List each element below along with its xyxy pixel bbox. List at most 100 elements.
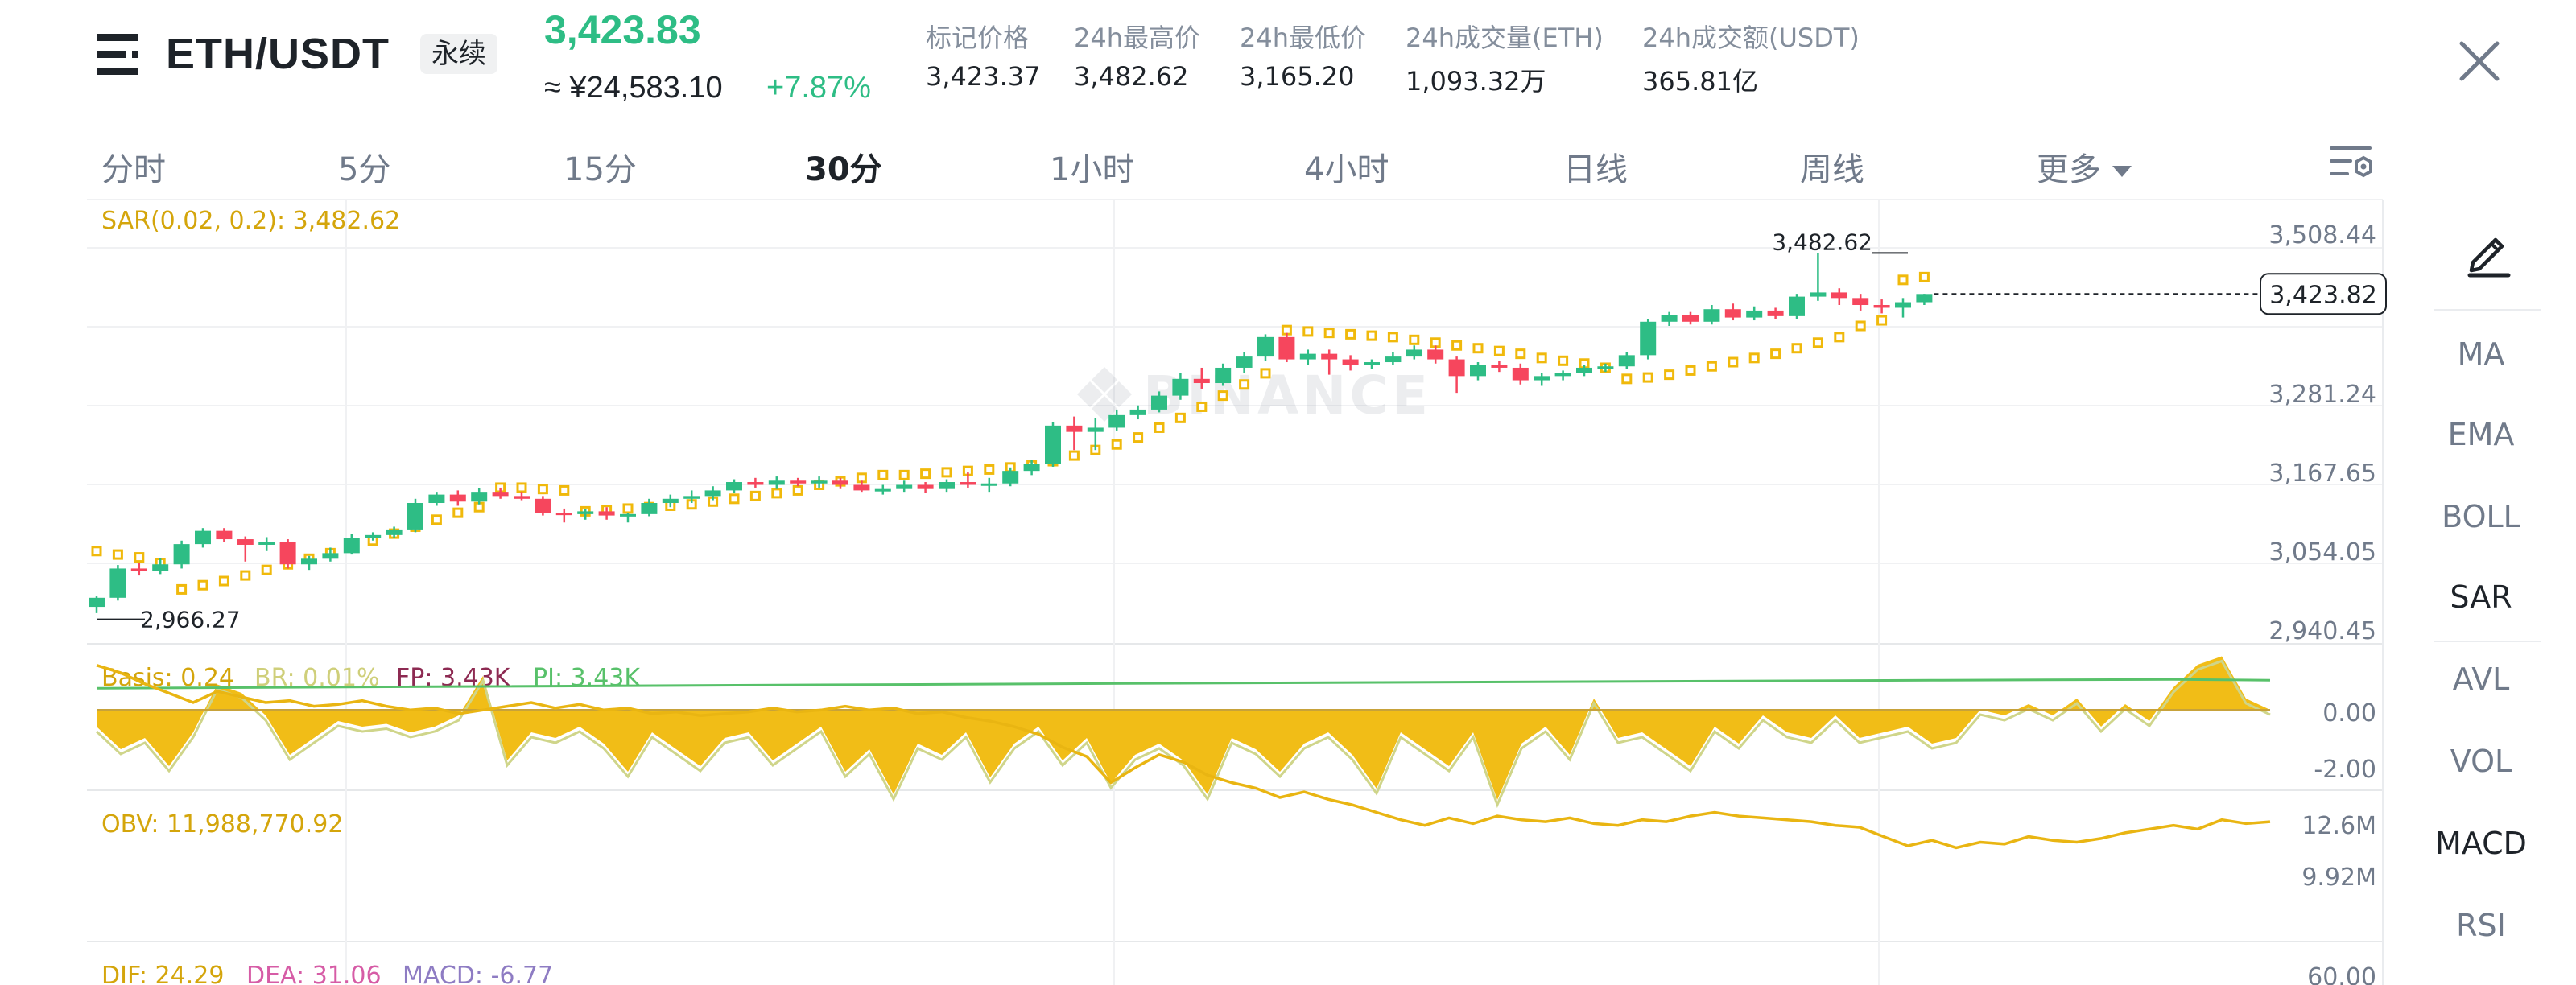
macd-tick: 60.00 bbox=[2307, 963, 2376, 985]
candle-body bbox=[1831, 292, 1847, 299]
sar-dot bbox=[559, 484, 570, 496]
candle-body bbox=[1129, 409, 1146, 415]
candle-body bbox=[747, 482, 764, 485]
candle-series bbox=[89, 253, 1933, 613]
binance-watermark: BINANCE bbox=[1077, 365, 1428, 427]
sar-dot bbox=[1770, 348, 1781, 360]
candle-body bbox=[874, 488, 891, 492]
candle-body bbox=[535, 498, 551, 513]
candle-body bbox=[1193, 378, 1210, 384]
sar-dot bbox=[112, 549, 123, 560]
candle-body bbox=[768, 480, 785, 485]
candle-body bbox=[662, 498, 679, 504]
candle-body bbox=[1554, 373, 1571, 377]
sar-dot bbox=[1515, 348, 1526, 360]
sar-dot bbox=[1133, 432, 1144, 443]
candle-body bbox=[195, 530, 211, 545]
candle-body bbox=[1045, 425, 1061, 464]
candle-body bbox=[492, 492, 509, 497]
sar-dot bbox=[1685, 365, 1696, 376]
sar-dot bbox=[1260, 368, 1271, 379]
sar-dot bbox=[1621, 373, 1633, 385]
sar-dot bbox=[1728, 356, 1739, 368]
candle-body bbox=[980, 483, 997, 486]
sar-dot bbox=[1174, 412, 1186, 423]
basis-tick: -2.00 bbox=[2314, 756, 2376, 784]
current-price-marker: 3,423.82 bbox=[1934, 273, 2387, 315]
candle-body bbox=[1703, 309, 1720, 322]
candle-body bbox=[279, 542, 296, 565]
sar-dot bbox=[1642, 372, 1653, 383]
sar-dot bbox=[792, 484, 803, 496]
sar-dot bbox=[1323, 328, 1335, 339]
candle-body bbox=[1257, 336, 1274, 357]
sar-dot bbox=[941, 467, 952, 478]
pi-label: PI: 3.43K bbox=[533, 664, 641, 692]
price-tick: 3,167.65 bbox=[2268, 460, 2376, 488]
sar-dot bbox=[1387, 332, 1398, 343]
candle-body bbox=[237, 539, 254, 545]
basis-tick: 0.00 bbox=[2322, 699, 2376, 727]
candle-body bbox=[1597, 366, 1614, 369]
sar-dot bbox=[1302, 326, 1314, 337]
sar-dot bbox=[1196, 401, 1208, 412]
sar-dot bbox=[1855, 320, 1866, 332]
price-tick: 3,054.05 bbox=[2268, 538, 2376, 567]
obv-tick: 12.6M bbox=[2301, 812, 2376, 840]
candle-body bbox=[343, 538, 360, 554]
candle-body bbox=[1002, 471, 1019, 484]
candle-body bbox=[790, 480, 807, 484]
obv-label: OBV: 11,988,770.92 bbox=[101, 810, 343, 839]
sar-dot bbox=[176, 583, 188, 595]
sar-dot bbox=[1409, 334, 1420, 345]
dea-label: DEA: 31.06 bbox=[246, 962, 382, 985]
sar-dot bbox=[1472, 343, 1484, 354]
candle-body bbox=[939, 482, 955, 489]
candle-body bbox=[1618, 355, 1635, 367]
low-annotation-text: 2,966.27 bbox=[140, 607, 241, 633]
sar-dot bbox=[1791, 343, 1802, 354]
candle-body bbox=[1640, 321, 1657, 356]
sar-series bbox=[91, 271, 1930, 595]
candle-body bbox=[152, 564, 169, 571]
candle-body bbox=[726, 482, 742, 491]
candle-body bbox=[1172, 378, 1189, 396]
candle-body bbox=[683, 496, 700, 499]
candle-body bbox=[1810, 292, 1827, 297]
candle-body bbox=[1873, 305, 1890, 308]
candle-body bbox=[1108, 414, 1125, 428]
candle-body bbox=[704, 490, 721, 497]
sar-dot bbox=[1239, 379, 1250, 390]
sar-dot bbox=[1345, 328, 1356, 340]
sar-dot bbox=[1918, 271, 1930, 282]
candle-body bbox=[258, 542, 275, 545]
candle-body bbox=[577, 511, 594, 514]
dif-label: DIF: 24.29 bbox=[101, 962, 224, 985]
candle-body bbox=[1512, 367, 1529, 381]
sar-dot bbox=[197, 579, 208, 591]
candle-body bbox=[173, 544, 190, 565]
sar-dot bbox=[749, 490, 761, 501]
price-tick: 2,940.45 bbox=[2268, 617, 2376, 645]
sar-dot bbox=[622, 503, 634, 514]
candle-body bbox=[301, 558, 317, 565]
candle-body bbox=[1789, 296, 1805, 316]
candle-body bbox=[407, 503, 423, 530]
candle-body bbox=[428, 494, 445, 504]
sar-dot bbox=[898, 469, 910, 480]
candle-body bbox=[1576, 367, 1592, 373]
sar-dot bbox=[240, 570, 251, 581]
kline-chart[interactable]: BINANCE SAR(0.02, 0.2): 3,482.62 Basis: … bbox=[0, 0, 2576, 985]
current-price-tag: 3,423.82 bbox=[2269, 281, 2377, 309]
candle-body bbox=[365, 534, 382, 538]
candle-body bbox=[1746, 310, 1763, 318]
sar-dot bbox=[1876, 315, 1888, 326]
chart-grid bbox=[87, 199, 2384, 985]
candle-body bbox=[1385, 356, 1402, 363]
sar-dot bbox=[1111, 439, 1122, 450]
sar-dot bbox=[1558, 355, 1569, 366]
candle-body bbox=[1087, 427, 1104, 432]
candle-body bbox=[1023, 464, 1040, 472]
sar-dot bbox=[1897, 274, 1909, 286]
macd-label: MACD: -6.77 bbox=[402, 962, 553, 985]
